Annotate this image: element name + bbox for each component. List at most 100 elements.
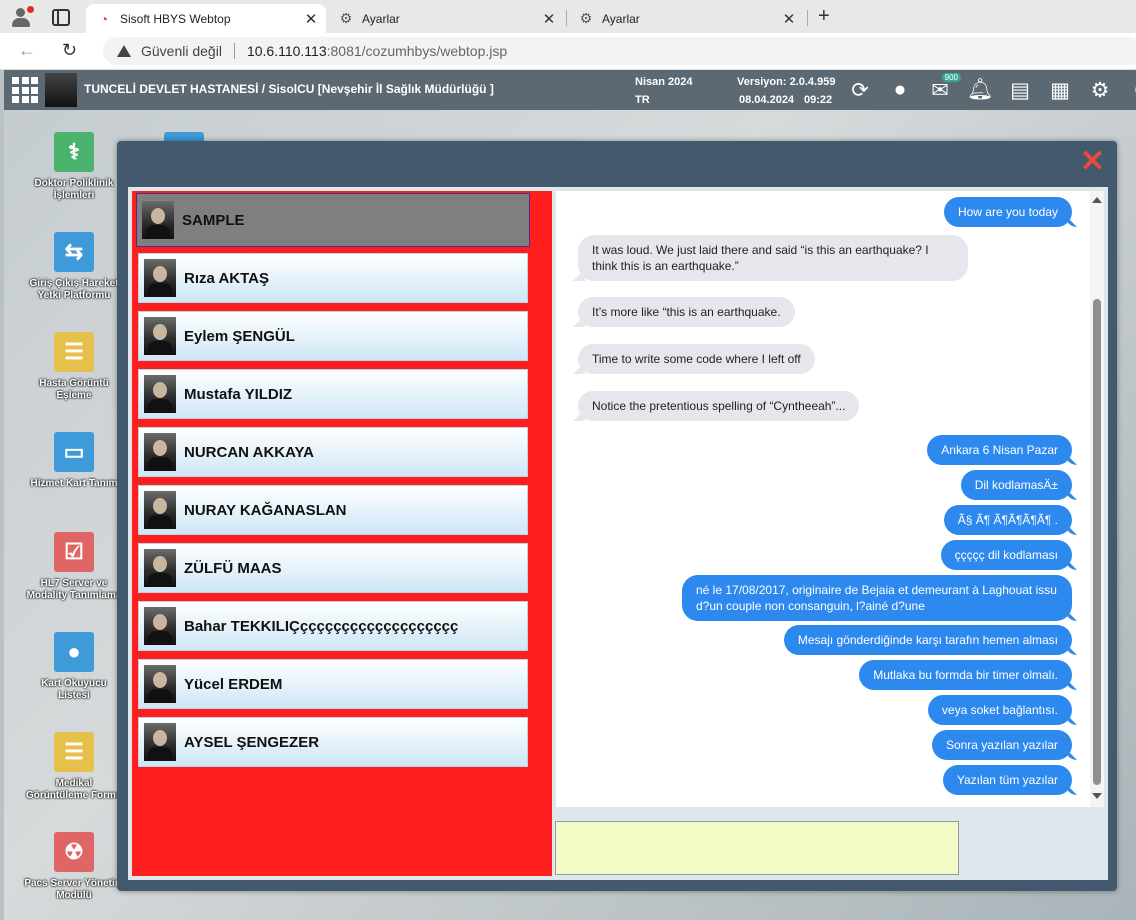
- outgoing-message: veya soket bağlantısı.: [927, 695, 1072, 725]
- outgoing-message: Mesajı gönderdiğinde karşı tarafın hemen…: [783, 625, 1072, 655]
- chat-modal: ✕ SAMPLE Rıza AKTAŞ Eylem ŞENGÜL Mustafa…: [117, 141, 1117, 891]
- contact-avatar: [144, 665, 176, 703]
- desktop-icon-pacs-server[interactable]: ☢ Pacs Server Yönetim Modülü: [24, 832, 124, 902]
- scroll-down-arrow-icon[interactable]: [1092, 793, 1102, 799]
- desktop-icon-label: Medikal Görüntüleme Formu: [25, 778, 123, 801]
- outgoing-message: Sonra yazılan yazılar: [931, 730, 1072, 760]
- profile-icon[interactable]: [10, 6, 34, 28]
- desktop-icon-label: HL7 Server ve Modality Tanımlama: [26, 578, 122, 601]
- incoming-message: Notice the pretentious spelling of “Cynt…: [578, 391, 860, 421]
- language-label[interactable]: TR: [635, 94, 650, 106]
- desktop-icon-giris-cikis[interactable]: ⇆ Giriş Çıkış Hareket Yetki Platformu: [24, 232, 124, 302]
- desktop-icon-doktor-poliklinik[interactable]: ⚕ Doktor Poliklinik İşlemleri: [24, 132, 124, 202]
- contact-avatar: [142, 201, 174, 239]
- outgoing-message: Mutlaka bu formda bir timer olmalı.: [859, 660, 1072, 690]
- outgoing-message: ççççç dil kodlaması: [940, 540, 1072, 570]
- tab-separator: [807, 10, 808, 26]
- contact-name: SAMPLE: [182, 211, 245, 229]
- close-tab-icon[interactable]: ✕: [302, 10, 320, 28]
- browser-tabstrip: ◔ Sisoft HBYS Webtop ✕ ⚙ Ayarlar ✕ ⚙ Aya…: [0, 0, 1136, 33]
- contact-list: SAMPLE Rıza AKTAŞ Eylem ŞENGÜL Mustafa Y…: [132, 191, 552, 876]
- user-avatar[interactable]: [45, 73, 77, 107]
- url-path: :8081/cozumhbys/webtop.jsp: [326, 43, 508, 59]
- xray-icon: ☰: [54, 732, 94, 772]
- hospital-title: TUNCELİ DEVLET HASTANESİ / SisolCU [Nevş…: [84, 82, 494, 96]
- close-tab-icon[interactable]: ✕: [540, 10, 558, 28]
- message-input[interactable]: [555, 821, 959, 875]
- contact-avatar: [144, 607, 176, 645]
- outgoing-message: né le 17/08/2017, originaire de Bejaia e…: [682, 575, 1072, 621]
- power-icon[interactable]: ◌: [1126, 76, 1136, 104]
- contact-item[interactable]: Yücel ERDEM: [138, 659, 528, 709]
- contact-item[interactable]: Mustafa YILDIZ: [138, 369, 528, 419]
- version-label: Versiyon: 2.0.4.959: [737, 76, 836, 88]
- contact-avatar: [144, 549, 176, 587]
- desktop-icon-medikal-goruntuleme[interactable]: ☰ Medikal Görüntüleme Formu: [24, 732, 124, 802]
- outgoing-message: How are you today: [943, 197, 1072, 227]
- bell-icon[interactable]: 🔔︎: [966, 76, 994, 104]
- contact-item[interactable]: ZÜLFÜ MAAS: [138, 543, 528, 593]
- outgoing-message: Ankara 6 Nisan Pazar: [927, 435, 1072, 465]
- doctor-icon: ⚕: [54, 132, 94, 172]
- desktop-icon-kart-okuyucu[interactable]: ● Kart Okuyucu Listesi: [24, 632, 124, 702]
- scroll-up-arrow-icon[interactable]: [1092, 197, 1102, 203]
- reload-icon[interactable]: ↻: [62, 40, 77, 61]
- desktop-icon-label: Giriş Çıkış Hareket Yetki Platformu: [29, 278, 119, 301]
- outgoing-message: Ã§ Ã¶ Ã¶Ã¶Ã¶Ã¶ .: [943, 505, 1072, 535]
- new-tab-icon[interactable]: +: [818, 5, 830, 28]
- outgoing-message: Dil kodlamasÄ±: [960, 470, 1072, 500]
- date-label: 08.04.2024: [739, 94, 795, 106]
- desktop-icon-hl7-server[interactable]: ☑ HL7 Server ve Modality Tanımlama: [24, 532, 124, 602]
- month-label: Nisan 2024: [635, 76, 693, 88]
- desktop-icon-label: Hizmet Kart Tanım: [30, 478, 118, 489]
- desktop-icon-hizmet-kart[interactable]: ▭ Hizmet Kart Tanım: [24, 432, 124, 490]
- contact-name: Yücel ERDEM: [184, 675, 283, 693]
- scroll-thumb[interactable]: [1093, 299, 1101, 785]
- contact-avatar: [144, 317, 176, 355]
- browser-tab-title: Sisoft HBYS Webtop: [120, 11, 231, 26]
- back-arrow-icon[interactable]: ←: [18, 40, 36, 61]
- contact-item[interactable]: SAMPLE: [136, 193, 530, 247]
- signpost-icon: ⇆: [54, 232, 94, 272]
- contact-item[interactable]: NURAY KAĞANASLAN: [138, 485, 528, 535]
- close-icon[interactable]: ✕: [1080, 147, 1105, 177]
- outgoing-message: Yazılan tüm yazılar: [942, 765, 1072, 795]
- settings-gear-icon[interactable]: ⚙: [1086, 76, 1114, 104]
- url-separator: [233, 43, 235, 59]
- incoming-message: It’s more like “this is an earthquake.: [578, 297, 795, 327]
- contact-item[interactable]: Eylem ŞENGÜL: [138, 311, 528, 361]
- gear-icon: ⚙: [579, 10, 593, 26]
- chat-icon[interactable]: ●: [886, 76, 914, 104]
- browser-tab-settings-2[interactable]: ⚙ Ayarlar ✕: [568, 4, 804, 33]
- radiation-icon: ☢: [54, 832, 94, 872]
- browser-tab-webtop[interactable]: ◔ Sisoft HBYS Webtop ✕: [86, 4, 326, 33]
- contact-name: NURAY KAĞANASLAN: [184, 501, 347, 519]
- contact-avatar: [144, 491, 176, 529]
- refresh-icon[interactable]: ⟳: [846, 76, 874, 104]
- security-label[interactable]: Güvenli değil: [141, 43, 222, 59]
- chat-scrollbar[interactable]: [1090, 191, 1104, 807]
- contact-name: Bahar TEKKILIÇççççççççççççççççççç: [184, 617, 459, 635]
- browser-tab-settings[interactable]: ⚙ Ayarlar ✕: [328, 4, 564, 33]
- news-icon[interactable]: ▤: [1006, 76, 1034, 104]
- contact-item[interactable]: AYSEL ŞENGEZER: [138, 717, 528, 767]
- desktop-icon-label: Pacs Server Yönetim Modülü: [24, 878, 124, 901]
- contact-item[interactable]: Rıza AKTAŞ: [138, 253, 528, 303]
- calendar-icon[interactable]: ▦: [1046, 76, 1074, 104]
- contact-item[interactable]: NURCAN AKKAYA: [138, 427, 528, 477]
- contact-name: NURCAN AKKAYA: [184, 443, 315, 461]
- contact-name: AYSEL ŞENGEZER: [184, 733, 320, 751]
- tab-search-icon[interactable]: [52, 9, 70, 26]
- gear-icon: ⚙: [339, 10, 353, 26]
- contact-avatar: [144, 259, 176, 297]
- mail-icon[interactable]: ✉ 900: [926, 73, 961, 104]
- desktop-icon-hasta-goruntu[interactable]: ☰ Hasta Görüntü Eşleme: [24, 332, 124, 402]
- close-tab-icon[interactable]: ✕: [780, 10, 798, 28]
- message-thread[interactable]: How are you today It was loud. We just l…: [556, 191, 1104, 807]
- url-field[interactable]: Güvenli değil 10.6.110.113 :8081/cozumhb…: [103, 37, 1136, 65]
- user-icon: ●: [54, 632, 94, 672]
- contact-item[interactable]: Bahar TEKKILIÇççççççççççççççççççç: [138, 601, 528, 651]
- apps-grid-icon[interactable]: [12, 77, 38, 103]
- contact-avatar: [144, 433, 176, 471]
- incoming-message: It was loud. We just laid there and said…: [578, 235, 968, 281]
